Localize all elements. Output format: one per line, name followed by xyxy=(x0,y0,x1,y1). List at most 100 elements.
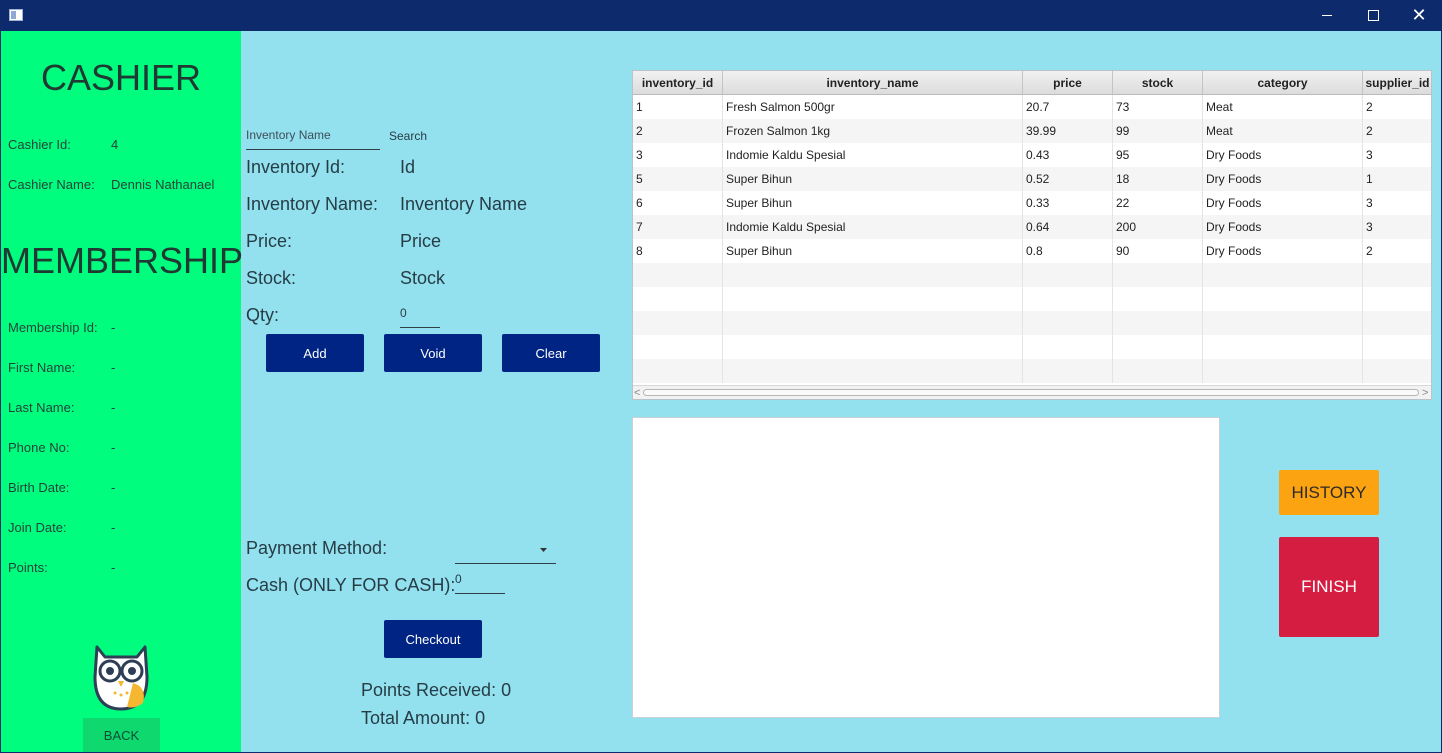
table-row[interactable] xyxy=(633,335,1431,359)
inventory-table[interactable]: inventory_id inventory_name price stock … xyxy=(632,70,1432,400)
table-cell: 0.52 xyxy=(1023,167,1113,191)
last-name-value: - xyxy=(111,400,116,415)
cashier-id-label: Cashier Id: xyxy=(8,137,71,152)
table-cell: 200 xyxy=(1113,215,1203,239)
table-cell: 90 xyxy=(1113,239,1203,263)
table-row[interactable]: 1 Fresh Salmon 500gr 20.7 73 Meat 2 xyxy=(633,95,1431,119)
table-cell: Dry Foods xyxy=(1203,167,1363,191)
column-header-supplier-id[interactable]: supplier_id xyxy=(1363,71,1431,95)
void-button[interactable]: Void xyxy=(384,334,482,372)
scroll-left-icon[interactable]: < xyxy=(634,386,640,399)
column-header-price[interactable]: price xyxy=(1023,71,1113,95)
table-cell: 95 xyxy=(1113,143,1203,167)
table-cell xyxy=(1203,359,1363,383)
table-row[interactable]: 6 Super Bihun 0.33 22 Dry Foods 3 xyxy=(633,191,1431,215)
close-button[interactable]: ✕ xyxy=(1396,0,1442,31)
table-cell: 1 xyxy=(633,95,723,119)
table-row[interactable] xyxy=(633,311,1431,335)
table-cell xyxy=(1023,287,1113,311)
phone-no-value: - xyxy=(111,440,116,455)
table-cell: Meat xyxy=(1203,95,1363,119)
table-row[interactable]: 2 Frozen Salmon 1kg 39.99 99 Meat 2 xyxy=(633,119,1431,143)
scroll-right-icon[interactable]: > xyxy=(1422,386,1428,399)
membership-heading: MEMBERSHIP xyxy=(1,240,244,281)
search-button[interactable]: Search xyxy=(389,129,427,143)
table-cell: 8 xyxy=(633,239,723,263)
payment-method-select[interactable] xyxy=(455,540,556,564)
table-row[interactable]: 7 Indomie Kaldu Spesial 0.64 200 Dry Foods 3 xyxy=(633,215,1431,239)
horizontal-scrollbar[interactable]: < > xyxy=(633,385,1431,399)
back-button[interactable]: BACK xyxy=(83,718,160,752)
stock-label: Stock: xyxy=(246,268,297,288)
table-cell: 1 xyxy=(1363,167,1431,191)
inventory-search-input[interactable]: Inventory Name xyxy=(246,128,380,150)
membership-id-label: Membership Id: xyxy=(8,320,98,335)
minimize-button[interactable] xyxy=(1304,0,1350,31)
app-window-icon xyxy=(9,9,23,21)
inventory-name-label: Inventory Name: xyxy=(246,194,379,214)
table-cell xyxy=(633,311,723,335)
cash-input[interactable]: 0 xyxy=(455,572,505,594)
points-label: Points: xyxy=(8,560,48,575)
cashier-heading: CASHIER xyxy=(40,57,202,98)
qty-label: Qty: xyxy=(246,305,280,325)
checkout-button[interactable]: Checkout xyxy=(384,620,482,658)
column-header-inventory-name[interactable]: inventory_name xyxy=(723,71,1023,95)
table-cell xyxy=(1363,335,1431,359)
column-header-inventory-id[interactable]: inventory_id xyxy=(633,71,723,95)
finish-button[interactable]: FINISH xyxy=(1279,537,1379,637)
first-name-value: - xyxy=(111,360,116,375)
table-row[interactable]: 5 Super Bihun 0.52 18 Dry Foods 1 xyxy=(633,167,1431,191)
table-cell: Super Bihun xyxy=(723,191,1023,215)
maximize-button[interactable] xyxy=(1350,0,1396,31)
clear-button[interactable]: Clear xyxy=(502,334,600,372)
add-button[interactable]: Add xyxy=(266,334,364,372)
table-row[interactable] xyxy=(633,287,1431,311)
table-row[interactable]: 3 Indomie Kaldu Spesial 0.43 95 Dry Foods 3 xyxy=(633,143,1431,167)
table-cell: 3 xyxy=(1363,143,1431,167)
table-cell xyxy=(723,335,1023,359)
table-row[interactable] xyxy=(633,359,1431,383)
table-cell: 0.8 xyxy=(1023,239,1113,263)
history-button[interactable]: HISTORY xyxy=(1279,470,1379,515)
total-amount-text: Total Amount: 0 xyxy=(361,708,486,728)
table-cell xyxy=(723,311,1023,335)
table-cell xyxy=(723,263,1023,287)
table-cell: 22 xyxy=(1113,191,1203,215)
table-row[interactable]: 8 Super Bihun 0.8 90 Dry Foods 2 xyxy=(633,239,1431,263)
price-label: Price: xyxy=(246,231,293,251)
column-header-stock[interactable]: stock xyxy=(1113,71,1203,95)
points-received-text: Points Received: 0 xyxy=(361,680,512,700)
qty-input[interactable]: 0 xyxy=(400,306,440,328)
table-cell xyxy=(1023,359,1113,383)
table-cell xyxy=(723,287,1023,311)
birth-date-value: - xyxy=(111,480,116,495)
table-cell xyxy=(633,287,723,311)
table-cell xyxy=(1203,287,1363,311)
table-row[interactable] xyxy=(633,263,1431,287)
scrollbar-thumb[interactable] xyxy=(643,389,1419,396)
owl-icon xyxy=(93,645,149,711)
close-icon: ✕ xyxy=(1411,4,1427,26)
table-cell: 0.43 xyxy=(1023,143,1113,167)
birth-date-label: Birth Date: xyxy=(8,480,70,495)
payment-method-label: Payment Method: xyxy=(246,538,388,558)
table-cell xyxy=(1023,335,1113,359)
table-cell xyxy=(1113,263,1203,287)
membership-id-value: - xyxy=(111,320,116,335)
table-cell: 6 xyxy=(633,191,723,215)
table-cell: 20.7 xyxy=(1023,95,1113,119)
cashier-name-label: Cashier Name: xyxy=(8,177,95,192)
table-cell xyxy=(1203,311,1363,335)
table-cell: Dry Foods xyxy=(1203,215,1363,239)
table-cell: 39.99 xyxy=(1023,119,1113,143)
inventory-id-label: Inventory Id: xyxy=(246,157,346,177)
cash-label: Cash (ONLY FOR CASH): xyxy=(246,575,456,595)
column-header-category[interactable]: category xyxy=(1203,71,1363,95)
table-cell xyxy=(1363,359,1431,383)
receipt-text-area[interactable] xyxy=(632,417,1220,718)
maximize-icon xyxy=(1367,10,1379,21)
table-cell: 3 xyxy=(1363,215,1431,239)
table-cell: 2 xyxy=(1363,239,1431,263)
table-cell: 5 xyxy=(633,167,723,191)
